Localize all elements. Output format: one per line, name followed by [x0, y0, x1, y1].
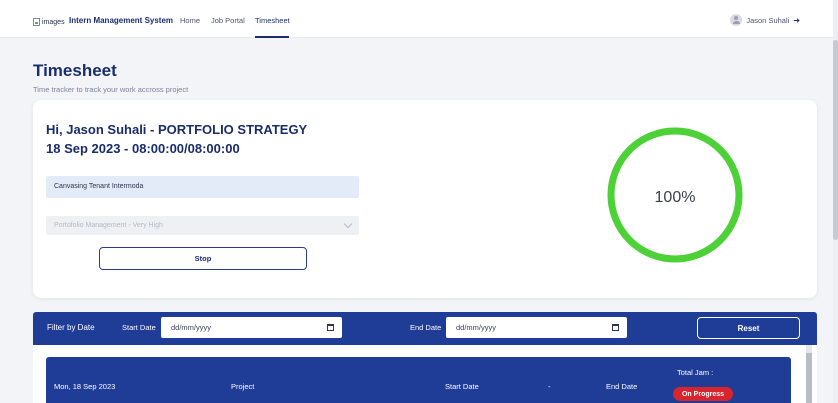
filter-label: Filter by Date	[47, 323, 95, 332]
status-badge: On Progress	[673, 387, 733, 401]
reset-button[interactable]: Reset	[697, 317, 800, 339]
table-date-header: Mon, 18 Sep 2023	[54, 382, 116, 391]
tracker-card: Hi, Jason Suhali - PORTFOLIO STRATEGY 18…	[33, 100, 817, 298]
greeting-heading: Hi, Jason Suhali - PORTFOLIO STRATEGY	[46, 122, 308, 137]
page-title: Timesheet	[33, 61, 117, 80]
nav-link-timesheet[interactable]: Timesheet	[255, 16, 290, 25]
page-scrollbar-thumb[interactable]	[833, 40, 838, 240]
table-total-header: Total Jam :	[677, 368, 714, 377]
table-scrollbar-thumb[interactable]	[806, 353, 812, 403]
table-header-row: Mon, 18 Sep 2023 Project Start Date - En…	[46, 357, 791, 403]
calendar-icon[interactable]	[612, 324, 619, 331]
table-project-header: Project	[231, 382, 255, 391]
brand-logo[interactable]: images	[33, 16, 65, 28]
user-menu[interactable]: Jason Suhali ➜	[730, 14, 800, 26]
top-navbar: images Intern Management System Home Job…	[0, 0, 838, 38]
task-input[interactable]: Canvasing Tenant Intermoda	[46, 176, 359, 198]
start-date-label: Start Date	[122, 323, 156, 332]
end-date-placeholder: dd/mm/yyyy	[456, 323, 497, 332]
broken-image-icon	[33, 18, 40, 26]
date-filter-bar: Filter by Date Start Date dd/mm/yyyy End…	[33, 312, 817, 345]
active-nav-indicator	[255, 36, 289, 38]
stop-button[interactable]: Stop	[99, 247, 307, 270]
chevron-down-icon	[343, 219, 353, 229]
page-subtitle: Time tracker to track your work accross …	[33, 85, 189, 94]
brand-logo-alt-text: images	[42, 18, 65, 26]
calendar-icon[interactable]	[327, 324, 334, 331]
nav-link-job-portal[interactable]: Job Portal	[211, 16, 245, 25]
timesheet-table-panel: Mon, 18 Sep 2023 Project Start Date - En…	[33, 345, 817, 403]
table-start-header: Start Date	[445, 382, 479, 391]
table-separator: -	[548, 382, 551, 391]
date-time-heading: 18 Sep 2023 - 08:00:00/08:00:00	[46, 141, 240, 156]
progress-percentage: 100%	[654, 189, 696, 206]
table-end-header: End Date	[606, 382, 638, 391]
end-date-input[interactable]: dd/mm/yyyy	[446, 317, 627, 338]
project-select[interactable]: Portofolio Management - Very High	[46, 216, 359, 235]
nav-link-home[interactable]: Home	[180, 16, 200, 25]
end-date-label: End Date	[410, 323, 442, 332]
logout-icon[interactable]: ➜	[793, 16, 800, 25]
start-date-input[interactable]: dd/mm/yyyy	[161, 317, 342, 338]
user-name[interactable]: Jason Suhali	[746, 16, 789, 25]
brand-name[interactable]: Intern Management System	[69, 16, 173, 25]
start-date-placeholder: dd/mm/yyyy	[171, 323, 212, 332]
project-select-value: Portofolio Management - Very High	[54, 222, 163, 229]
avatar[interactable]	[730, 14, 743, 26]
